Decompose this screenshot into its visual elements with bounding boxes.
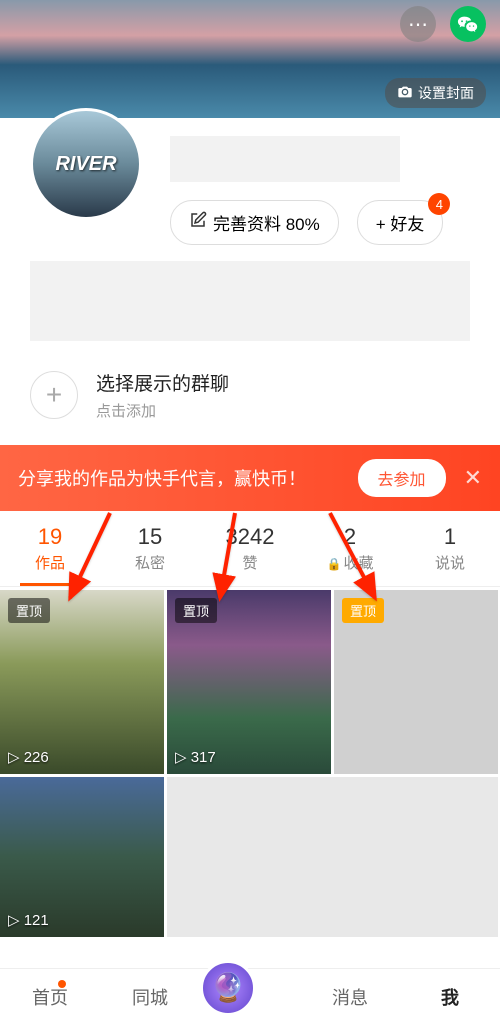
avatar-text: RIVER xyxy=(55,153,116,176)
tab-count: 3242 xyxy=(226,524,275,550)
add-group-row[interactable]: + 选择展示的群聊 点击添加 xyxy=(30,369,470,421)
wechat-button[interactable] xyxy=(450,6,486,42)
plus-icon: + xyxy=(30,371,78,419)
add-friend-label: + 好友 xyxy=(376,210,425,235)
nav-label: 首页 xyxy=(32,988,68,1008)
nav-me[interactable]: 我 xyxy=(400,984,500,1010)
tab-label: 私密 xyxy=(135,552,165,573)
info-placeholder xyxy=(30,261,470,341)
video-thumbnail[interactable]: 置顶 xyxy=(334,590,498,774)
notification-dot xyxy=(58,980,66,988)
avatar[interactable]: RIVER xyxy=(30,108,142,220)
video-thumbnail[interactable] xyxy=(167,777,498,937)
tab-posts[interactable]: 1 说说 xyxy=(400,511,500,586)
tab-label: 说说 xyxy=(435,552,465,573)
add-friend-button[interactable]: + 好友 4 xyxy=(357,200,444,245)
tab-count: 19 xyxy=(38,524,62,550)
tab-count: 15 xyxy=(138,524,162,550)
pin-badge: 置顶 xyxy=(175,598,217,623)
tab-likes[interactable]: 3242 赞 xyxy=(200,511,300,586)
set-cover-button[interactable]: 设置封面 xyxy=(385,78,486,108)
promo-banner[interactable]: 分享我的作品为快手代言，赢快币！ 去参加 ✕ xyxy=(0,445,500,511)
cover-image: ⋯ 设置封面 xyxy=(0,0,500,118)
edit-icon xyxy=(189,211,207,234)
tab-label: 🔒收藏 xyxy=(327,552,374,573)
video-grid: 置顶 ▷ 226 置顶 ▷ 317 置顶 xyxy=(0,590,500,774)
nav-local[interactable]: 同城 xyxy=(100,984,200,1010)
play-count: ▷ 226 xyxy=(8,748,49,766)
content-tabs: 19 作品 15 私密 3242 赞 2 🔒收藏 1 说说 xyxy=(0,511,500,587)
tab-works[interactable]: 19 作品 xyxy=(0,511,100,586)
nav-home[interactable]: 首页 xyxy=(0,984,100,1010)
video-thumbnail[interactable]: ▷ 121 xyxy=(0,777,164,937)
tab-count: 1 xyxy=(444,524,456,550)
nav-messages[interactable]: 消息 xyxy=(300,984,400,1010)
banner-close-icon[interactable]: ✕ xyxy=(464,465,482,491)
complete-profile-button[interactable]: 完善资料 80% xyxy=(170,200,339,245)
bottom-nav: 首页 同城 🔮 消息 我 xyxy=(0,968,500,1024)
pin-badge: 置顶 xyxy=(342,598,384,623)
video-thumbnail[interactable]: 置顶 ▷ 226 xyxy=(0,590,164,774)
play-count: ▷ 121 xyxy=(8,911,49,929)
group-title: 选择展示的群聊 xyxy=(96,369,229,396)
tab-favorites[interactable]: 2 🔒收藏 xyxy=(300,511,400,586)
friend-badge: 4 xyxy=(428,193,450,215)
play-count: ▷ 317 xyxy=(175,748,216,766)
tab-count: 2 xyxy=(344,524,356,550)
tab-label: 赞 xyxy=(242,552,257,573)
set-cover-label: 设置封面 xyxy=(418,83,474,103)
nav-center[interactable]: 🔮 xyxy=(200,978,300,1016)
group-subtitle: 点击添加 xyxy=(96,400,229,421)
tab-private[interactable]: 15 私密 xyxy=(100,511,200,586)
banner-text: 分享我的作品为快手代言，赢快币！ xyxy=(18,465,358,491)
username-placeholder xyxy=(170,136,400,182)
pin-badge: 置顶 xyxy=(8,598,50,623)
magic-icon: 🔮 xyxy=(200,960,256,1016)
lock-icon: 🔒 xyxy=(327,557,342,571)
camera-icon xyxy=(397,84,413,103)
tab-label: 作品 xyxy=(35,552,65,573)
complete-profile-label: 完善资料 80% xyxy=(213,210,320,235)
video-thumbnail[interactable]: 置顶 ▷ 317 xyxy=(167,590,331,774)
banner-join-button[interactable]: 去参加 xyxy=(358,459,446,497)
more-button[interactable]: ⋯ xyxy=(400,6,436,42)
